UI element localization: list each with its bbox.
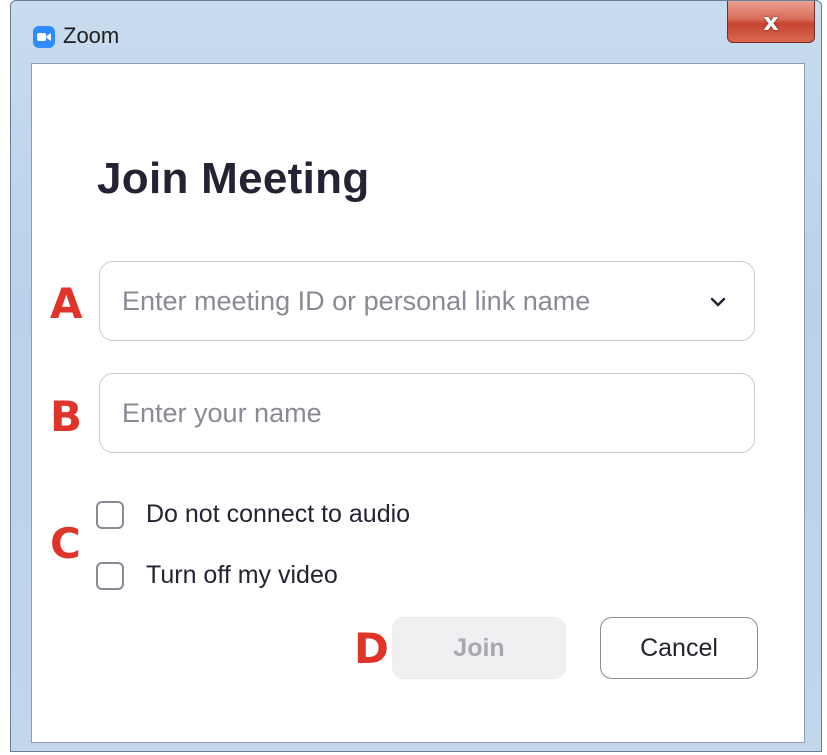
- title-bar[interactable]: Zoom x: [11, 1, 821, 63]
- annotation-d: D: [354, 624, 389, 673]
- zoom-camera-icon: [33, 26, 55, 48]
- close-icon: x: [763, 7, 779, 36]
- close-button[interactable]: x: [727, 1, 815, 43]
- meeting-id-combobox[interactable]: [99, 261, 755, 341]
- option-no-audio[interactable]: Do not connect to audio: [96, 500, 410, 529]
- name-input[interactable]: [122, 374, 682, 452]
- video-off-checkbox[interactable]: [96, 561, 124, 590]
- screenshot-stage: Zoom x Join Meeting Do not connect: [0, 0, 827, 755]
- chevron-down-icon[interactable]: [706, 290, 730, 314]
- meeting-id-input[interactable]: [122, 262, 682, 340]
- dialog-body: Join Meeting Do not connect to audio Tur…: [31, 63, 805, 743]
- zoom-window: Zoom x Join Meeting Do not connect: [10, 0, 822, 752]
- page-title: Join Meeting: [97, 154, 370, 203]
- annotation-a: A: [50, 279, 83, 328]
- name-field[interactable]: [99, 373, 755, 453]
- join-button[interactable]: Join: [392, 617, 566, 679]
- window-title: Zoom: [63, 23, 120, 48]
- annotation-c: C: [50, 519, 81, 568]
- cancel-button[interactable]: Cancel: [600, 617, 758, 679]
- no-audio-checkbox[interactable]: [96, 500, 124, 529]
- option-video-off[interactable]: Turn off my video: [96, 561, 338, 590]
- video-off-label[interactable]: Turn off my video: [146, 561, 338, 590]
- no-audio-label[interactable]: Do not connect to audio: [146, 500, 410, 529]
- annotation-b: B: [50, 392, 83, 441]
